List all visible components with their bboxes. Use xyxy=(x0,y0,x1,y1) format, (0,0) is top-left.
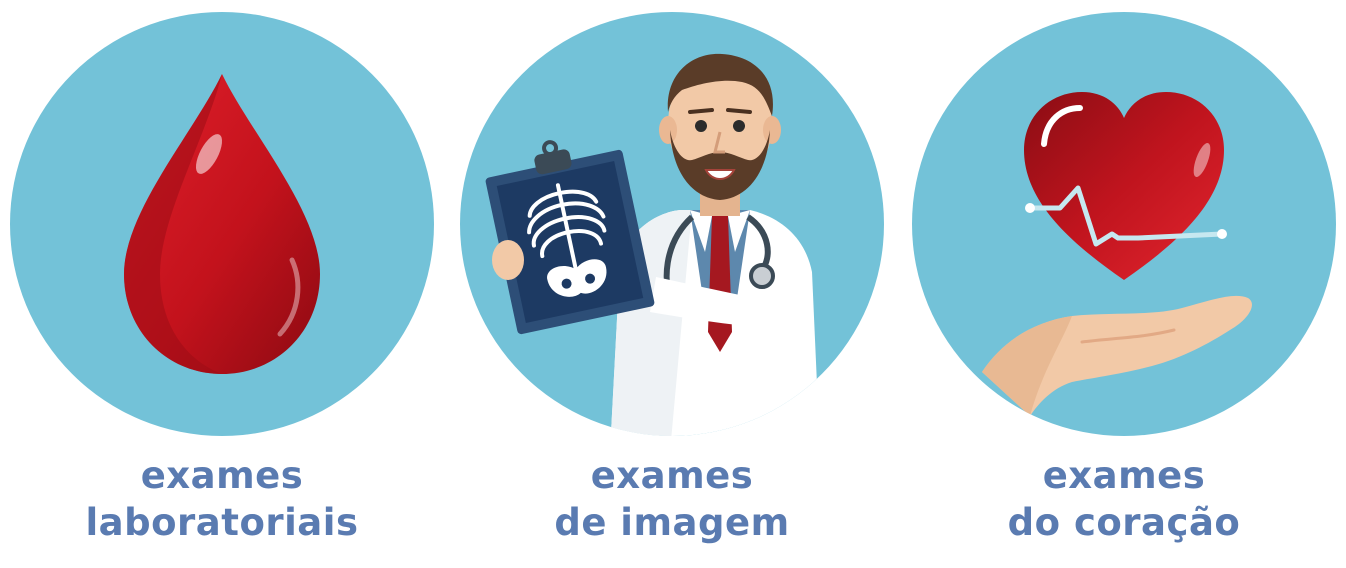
exam-card-laboratory[interactable]: exames laboratoriais xyxy=(2,0,442,568)
blood-drop-icon xyxy=(10,12,434,436)
exam-card-heart[interactable]: exames do coração xyxy=(904,0,1344,568)
caption-line-2: de imagem xyxy=(554,501,790,544)
caption-line-2: laboratoriais xyxy=(85,501,359,544)
heart-hand-icon xyxy=(912,12,1336,436)
exam-caption: exames de imagem xyxy=(452,452,892,546)
doctor-xray-icon xyxy=(460,12,884,436)
exam-card-imaging[interactable]: exames de imagem xyxy=(452,0,892,568)
caption-line-1: exames xyxy=(1042,454,1206,497)
exam-caption: exames laboratoriais xyxy=(2,452,442,546)
caption-line-1: exames xyxy=(140,454,304,497)
caption-line-2: do coração xyxy=(1007,501,1241,544)
exam-caption: exames do coração xyxy=(904,452,1344,546)
caption-line-1: exames xyxy=(590,454,754,497)
